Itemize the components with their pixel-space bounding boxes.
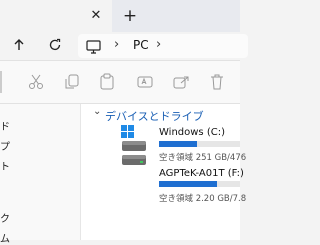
rename-icon[interactable]	[136, 73, 154, 91]
drive-space-f: 空き領域 2.20 GB/7.8	[159, 194, 247, 204]
copy-icon[interactable]	[63, 73, 81, 91]
address-chevron-2: ›	[156, 37, 162, 52]
sidebar-item-misc[interactable]: ム	[0, 230, 12, 245]
drive-name-c[interactable]: Windows (C:)	[159, 127, 225, 138]
breadcrumb-pc[interactable]: PC	[133, 38, 149, 52]
navigation-pane: ド プ ト ク ム	[0, 104, 80, 245]
delete-icon[interactable]	[208, 73, 226, 91]
sidebar-item-downloads[interactable]: ド	[0, 118, 12, 133]
navigation-bar: › ›	[0, 32, 248, 60]
toolbar-divider	[0, 71, 2, 93]
drive-usage-fill-f	[159, 181, 218, 187]
refresh-icon[interactable]	[44, 34, 66, 56]
address-chevron: ›	[114, 37, 120, 52]
tab-bar: ✕ +	[0, 0, 240, 32]
paste-icon[interactable]	[98, 73, 116, 91]
address-bar[interactable]: › ›	[78, 34, 248, 58]
sidebar-item-desktop[interactable]: プ	[0, 138, 12, 153]
group-header-devices[interactable]: デバイスとドライブ	[105, 108, 204, 124]
tab-this-pc[interactable]: ✕	[0, 0, 112, 32]
collapse-chevron-icon[interactable]: ⌄	[93, 106, 101, 117]
drive-usage-bar-c	[159, 141, 240, 147]
cut-icon[interactable]	[27, 73, 45, 91]
new-tab-icon[interactable]: +	[121, 7, 139, 25]
removable-drive-icon	[121, 152, 147, 171]
up-arrow-icon[interactable]	[8, 34, 30, 56]
command-toolbar	[0, 61, 240, 103]
drive-usage-fill-c	[159, 141, 198, 147]
drive-name-f[interactable]: AGPTeK-A01T (F:)	[159, 168, 244, 179]
drive-usage-bar-f	[159, 181, 240, 187]
share-icon[interactable]	[172, 73, 190, 91]
drive-space-c: 空き領域 251 GB/476	[159, 153, 247, 163]
monitor-icon	[86, 39, 101, 58]
sidebar-item-network[interactable]: ク	[0, 210, 12, 225]
sidebar-item-documents[interactable]: ト	[0, 158, 12, 173]
close-tab-icon[interactable]: ✕	[88, 8, 104, 24]
